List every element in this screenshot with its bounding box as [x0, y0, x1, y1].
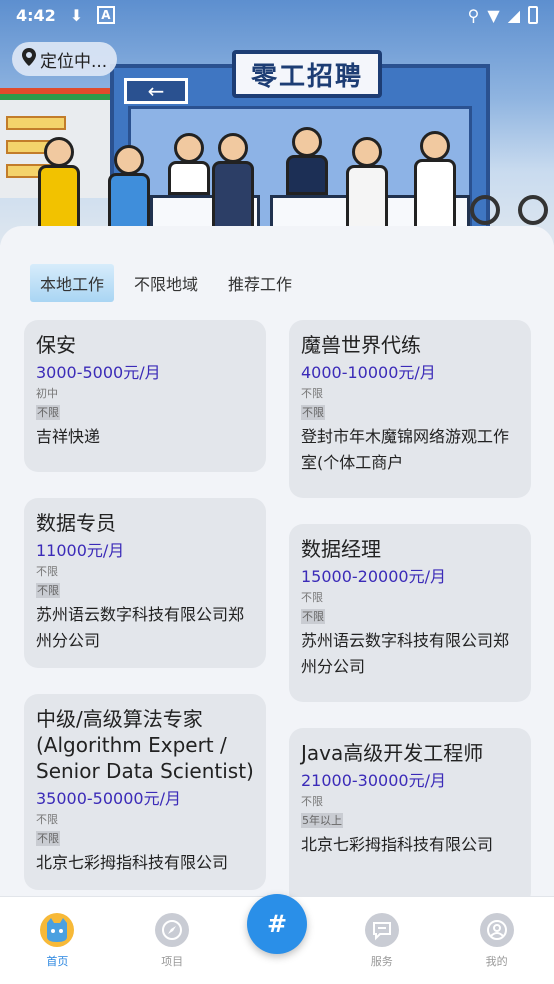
job-card[interactable]: 魔兽世界代练 4000-10000元/月 不限 不限 登封市年木魔锦网络游观工作…: [289, 320, 531, 498]
cat-icon: [40, 913, 75, 947]
job-company: 吉祥快递: [36, 427, 101, 446]
chat-icon: [364, 913, 399, 947]
job-salary: 4000-10000元/月: [301, 363, 436, 382]
job-title: 数据经理: [301, 537, 381, 561]
job-education: 不限: [301, 591, 323, 604]
nav-profile[interactable]: 我的: [457, 897, 537, 969]
job-experience: 不限: [36, 583, 60, 598]
person-illustration: [168, 133, 210, 195]
job-education: 不限: [36, 565, 58, 578]
app-screen: ← 零工招聘 4:42 ⬇ A ⚲ ▼ ◢ 定位中... 本地工作 不限地域 推…: [0, 0, 554, 984]
job-experience: 不限: [36, 831, 60, 846]
nav-projects[interactable]: 项目: [132, 897, 212, 969]
job-company: 苏州语云数字科技有限公司郑州分公司: [36, 605, 245, 650]
job-experience: 不限: [36, 405, 60, 420]
job-education: 不限: [301, 795, 323, 808]
person-illustration: [286, 127, 328, 195]
nav-label: 我的: [485, 955, 508, 968]
job-education: 不限: [36, 813, 58, 826]
job-salary: 35000-50000元/月: [36, 789, 181, 808]
job-card[interactable]: 数据经理 15000-20000元/月 不限 不限 苏州语云数字科技有限公司郑州…: [289, 524, 531, 702]
nav-services[interactable]: 服务: [342, 897, 422, 969]
job-title: 保安: [36, 333, 76, 357]
compass-icon: [155, 913, 190, 947]
location-button[interactable]: 定位中...: [12, 42, 118, 76]
hashtag-fab-button[interactable]: #: [247, 894, 307, 954]
status-bar: 4:42 ⬇ A ⚲ ▼ ◢: [0, 0, 554, 30]
location-icon: ⚲: [467, 5, 480, 25]
job-company: 北京七彩拇指科技有限公司: [301, 835, 494, 854]
job-education: 不限: [301, 387, 323, 400]
job-company: 登封市年木魔锦网络游观工作室(个体工商户: [301, 427, 510, 472]
bicycle-illustration: [470, 181, 548, 225]
job-card[interactable]: Java高级开发工程师 21000-30000元/月 不限 5年以上 北京七彩拇…: [289, 728, 531, 896]
job-company: 北京七彩拇指科技有限公司: [36, 853, 229, 872]
job-salary: 11000元/月: [36, 541, 125, 560]
arrow-left-icon: ←: [124, 78, 188, 104]
keyboard-icon: A: [97, 6, 115, 24]
booth-sign: 零工招聘: [232, 50, 382, 98]
battery-icon: [528, 6, 538, 24]
job-title: 数据专员: [36, 511, 116, 535]
job-title: 中级/高级算法专家(Algorithm Expert / Senior Data…: [36, 707, 254, 783]
profile-icon: [479, 913, 514, 947]
nav-label: 项目: [161, 955, 184, 968]
job-salary: 15000-20000元/月: [301, 567, 446, 586]
nav-label: 服务: [370, 955, 393, 968]
job-list-panel: 本地工作 不限地域 推荐工作 保安 3000-5000元/月 初中 不限 吉祥快…: [0, 226, 554, 896]
banner-illustration: ← 零工招聘: [0, 0, 554, 245]
job-salary: 21000-30000元/月: [301, 771, 446, 790]
job-column-right: 魔兽世界代练 4000-10000元/月 不限 不限 登封市年木魔锦网络游观工作…: [289, 320, 531, 896]
job-experience: 不限: [301, 609, 325, 624]
nav-label: 首页: [46, 955, 69, 968]
job-column-left: 保安 3000-5000元/月 初中 不限 吉祥快递 数据专员 11000元/月…: [24, 320, 266, 896]
nav-home[interactable]: 首页: [17, 897, 97, 969]
job-salary: 3000-5000元/月: [36, 363, 161, 382]
tab-recommended[interactable]: 推荐工作: [218, 264, 302, 302]
job-title: 魔兽世界代练: [301, 333, 421, 357]
job-title: Java高级开发工程师: [301, 741, 484, 765]
job-card[interactable]: 数据专员 11000元/月 不限 不限 苏州语云数字科技有限公司郑州分公司: [24, 498, 266, 668]
job-card[interactable]: 中级/高级算法专家(Algorithm Expert / Senior Data…: [24, 694, 266, 890]
tab-any-region[interactable]: 不限地域: [124, 264, 208, 302]
tab-local-jobs[interactable]: 本地工作: [30, 264, 115, 302]
job-education: 初中: [36, 387, 58, 400]
job-card[interactable]: 保安 3000-5000元/月 初中 不限 吉祥快递: [24, 320, 266, 472]
wifi-icon: ▼: [487, 5, 500, 25]
location-label: 定位中...: [40, 51, 108, 72]
download-icon: ⬇: [69, 5, 84, 25]
job-company: 苏州语云数字科技有限公司郑州分公司: [301, 631, 510, 676]
signal-icon: ◢: [507, 5, 520, 25]
status-time: 4:42: [16, 5, 56, 25]
location-pin-icon: [22, 47, 36, 71]
job-tabs: 本地工作 不限地域 推荐工作: [30, 264, 302, 302]
job-experience: 不限: [301, 405, 325, 420]
job-experience: 5年以上: [301, 813, 343, 828]
